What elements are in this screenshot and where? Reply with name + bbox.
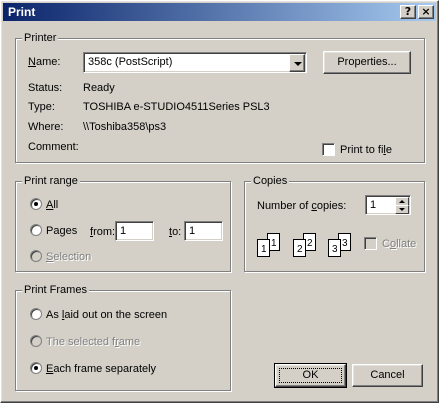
arrow-down-icon: [399, 208, 405, 211]
status-label: Status:: [28, 82, 63, 94]
pages-radio-label[interactable]: Pages: [46, 225, 77, 237]
selection-radio[interactable]: [30, 250, 42, 262]
spin-down-button[interactable]: [395, 205, 409, 214]
title-bar[interactable]: Print ? ×: [3, 3, 436, 21]
collate-label: Collate: [382, 238, 417, 250]
selected-frame-radio[interactable]: [30, 335, 42, 347]
to-input[interactable]: 1: [184, 221, 223, 241]
page-icon: 3: [328, 239, 341, 257]
print-to-file-label[interactable]: Print to file: [340, 144, 392, 156]
help-icon: ?: [404, 5, 412, 18]
ok-button[interactable]: OK: [274, 363, 347, 388]
to-value: 1: [189, 225, 196, 237]
chevron-down-icon: [294, 62, 302, 66]
printer-group-label: Printer: [22, 32, 59, 44]
print-to-file-checkbox[interactable]: [322, 143, 335, 156]
radio-dot: [34, 202, 38, 206]
ok-button-label: OK: [302, 369, 319, 381]
properties-button[interactable]: Properties...: [323, 51, 411, 74]
printer-name-dropdown[interactable]: 358c (PostScript): [83, 52, 307, 73]
each-frame-label[interactable]: Each frame separately: [46, 363, 156, 375]
type-label: Type:: [28, 101, 55, 113]
page-icon: 1: [257, 239, 270, 257]
comment-label: Comment:: [28, 141, 79, 153]
as-laid-out-label[interactable]: As laid out on the screen: [46, 309, 167, 321]
where-value: \\Toshiba358\ps3: [83, 121, 167, 133]
cancel-button[interactable]: Cancel: [352, 364, 423, 387]
print-frames-group-label: Print Frames: [22, 284, 89, 296]
window-title: Print: [8, 5, 36, 19]
from-label: from:: [90, 226, 116, 238]
help-button[interactable]: ?: [400, 5, 416, 19]
each-frame-radio[interactable]: [30, 362, 42, 374]
radio-dot: [34, 366, 38, 370]
status-value: Ready: [83, 82, 115, 94]
print-range-group-label: Print range: [22, 175, 80, 187]
all-radio-label[interactable]: All: [46, 199, 58, 211]
selected-frame-label: The selected frame: [46, 336, 141, 348]
close-icon: ×: [421, 5, 431, 18]
copies-group-label: Copies: [251, 175, 290, 187]
to-label: to:: [169, 226, 182, 238]
type-value: TOSHIBA e-STUDIO4511Series PSL3: [83, 101, 270, 113]
number-of-copies-label: Number of copies:: [257, 200, 347, 212]
as-laid-out-radio[interactable]: [30, 308, 42, 320]
cancel-button-label: Cancel: [370, 369, 405, 381]
copies-value: 1: [370, 199, 377, 211]
where-label: Where:: [28, 121, 64, 133]
properties-button-label: Properties...: [337, 56, 397, 68]
copies-spinner[interactable]: 1: [365, 195, 411, 215]
printer-name-label: Name:: [28, 56, 61, 68]
dropdown-arrow-button[interactable]: [289, 54, 305, 72]
from-value: 1: [120, 225, 127, 237]
page-icon: 2: [293, 239, 306, 257]
pages-radio[interactable]: [30, 224, 42, 236]
printer-name-value: 358c (PostScript): [88, 56, 173, 68]
print-dialog: Print ? × Printer Name: 358c (PostScript…: [0, 0, 439, 403]
all-radio[interactable]: [30, 198, 42, 210]
from-input[interactable]: 1: [115, 221, 154, 241]
selection-radio-label: Selection: [46, 251, 92, 263]
arrow-up-icon: [399, 200, 405, 203]
close-button[interactable]: ×: [418, 5, 434, 19]
collate-checkbox[interactable]: [364, 237, 377, 250]
